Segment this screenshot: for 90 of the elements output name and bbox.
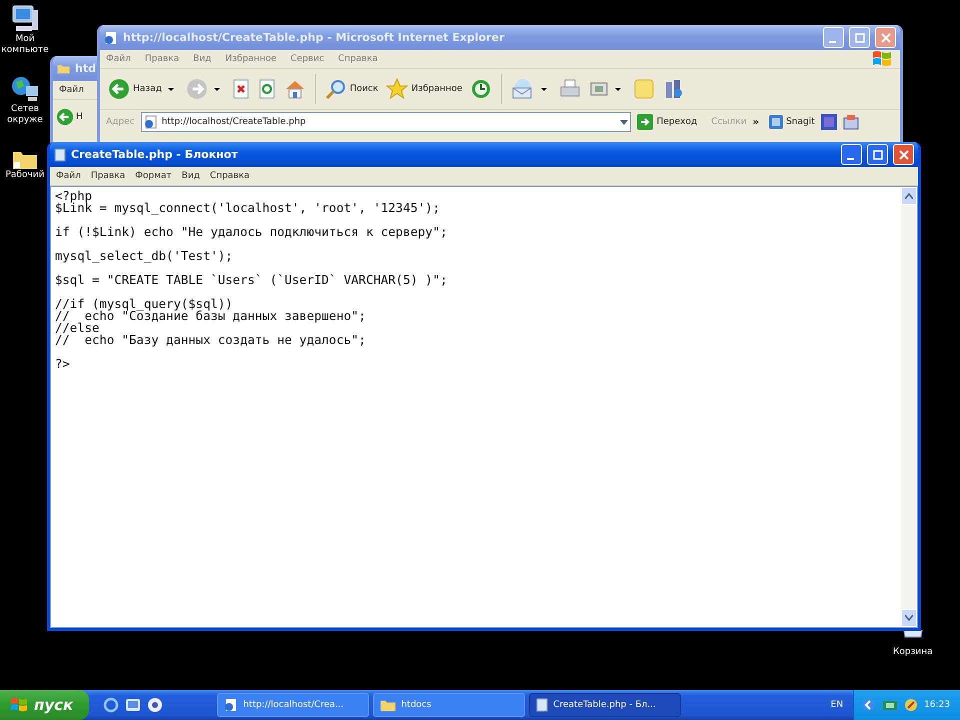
desktop-icon-label[interactable]: Мой (15, 34, 35, 45)
code-line: mysql_select_db('Test'); (55, 250, 234, 262)
dropdown-arrow-icon[interactable] (214, 88, 220, 90)
close-icon (898, 150, 908, 160)
taskbar-button[interactable]: htdocs (373, 693, 526, 717)
menu-item[interactable]: Сервис (290, 54, 324, 64)
web-page-icon (224, 698, 238, 712)
minimize-button[interactable] (841, 144, 862, 165)
window-title: CreateTable.php - Блокнот (71, 148, 238, 161)
address-field[interactable]: http://localhost/CreateTable.php (140, 112, 631, 132)
windows-flag-icon (10, 697, 28, 713)
menu-item[interactable]: Вид (193, 54, 212, 64)
desktop-icon[interactable] (125, 697, 142, 713)
close-button[interactable] (893, 144, 914, 165)
menu-item[interactable]: Вид (182, 171, 200, 181)
history-icon (470, 78, 492, 100)
code-line: // echo "Базу данных создать не удалось"; (55, 334, 367, 346)
toolbar-button[interactable]: Поиск (322, 76, 380, 102)
notepad-icon (536, 698, 548, 712)
menu-item[interactable]: Правка (90, 171, 126, 181)
menu-item[interactable]: Правка (144, 54, 180, 64)
globe-computer-icon[interactable] (10, 74, 40, 104)
menu-item[interactable]: Файл (59, 85, 84, 95)
tray-icon[interactable] (842, 114, 859, 130)
menu-item[interactable]: Формат (135, 171, 172, 181)
dropdown-arrow-icon[interactable] (541, 88, 548, 90)
web-page-icon (144, 115, 158, 129)
menu-item[interactable]: Справка (338, 54, 378, 64)
taskbar-button[interactable]: http://localhost/Crea... (217, 693, 370, 717)
star-icon (386, 78, 408, 100)
chevron-icon[interactable] (862, 698, 876, 712)
computer-icon[interactable] (10, 4, 40, 34)
search-icon (324, 78, 347, 100)
network-icon[interactable] (882, 698, 898, 712)
menu-item[interactable]: Файл (56, 171, 81, 181)
note-icon (633, 78, 656, 100)
maximize-icon (872, 150, 882, 160)
code-line: // echo "Создание базы данных завершено"; (55, 310, 367, 322)
toolbar-button[interactable]: Назад (106, 76, 164, 102)
code-line: //if (mysql_query($sql)) (55, 298, 234, 310)
address-label: Адрес (106, 117, 135, 127)
close-button[interactable] (875, 27, 896, 48)
more-links-button[interactable]: » (752, 116, 760, 128)
minimize-icon (828, 40, 836, 42)
home-icon (284, 79, 306, 99)
code-line: $Link = mysql_connect('localhost', 'root', '12345'); (55, 202, 441, 214)
tray-app-icon[interactable] (904, 698, 918, 712)
windows-flag-icon (872, 50, 892, 68)
close-icon (880, 32, 890, 42)
snagit-icon (769, 115, 784, 129)
scrollbar[interactable] (901, 187, 917, 627)
folder-icon (57, 63, 70, 74)
dropdown-arrow-icon[interactable] (615, 88, 622, 90)
media-player-icon[interactable] (147, 697, 164, 713)
maximize-icon (854, 32, 864, 42)
code-line: ?> (55, 358, 71, 370)
dropdown-arrow-icon[interactable] (620, 120, 628, 124)
folder-icon (380, 698, 396, 712)
code-line: <?php (55, 190, 94, 202)
go-button[interactable]: Переход (636, 114, 698, 130)
snagit-button[interactable]: Snagit (769, 115, 815, 129)
notepad-icon (54, 148, 66, 162)
desktop-icon-label[interactable]: Рабочий (5, 170, 44, 181)
language-indicator[interactable]: EN (830, 700, 844, 710)
refresh-page-icon (258, 79, 276, 99)
code-line: $sql = "CREATE TABLE `Users` (`UserID` VARCHAR(5) )"; (55, 274, 448, 286)
desktop-icon-label[interactable]: окруже (7, 115, 43, 126)
document-icon (589, 80, 610, 98)
code-line: //else (55, 322, 100, 334)
taskbar-button[interactable]: CreateTable.php - Бл... (529, 693, 682, 717)
web-page-icon (104, 30, 118, 44)
code-line: if (!$Link) echo "Не удалось подключиться к серверу"; (55, 226, 448, 238)
maximize-button[interactable] (867, 144, 888, 165)
browser-icon[interactable] (103, 697, 120, 713)
window-title: htd (75, 62, 96, 75)
menu-item[interactable]: Избранное (225, 54, 276, 64)
toolbar-button[interactable]: Избранное (384, 76, 464, 102)
menu-item[interactable]: Справка (210, 171, 250, 181)
window-title: http://localhost/CreateTable.php - Microsoft Internet Explorer (123, 31, 504, 44)
desktop-icon-label[interactable]: Корзина (893, 647, 933, 658)
back-label[interactable]: Н (76, 112, 83, 122)
minimize-icon (846, 158, 854, 160)
start-button[interactable]: пуск (0, 690, 90, 720)
scroll-down-icon[interactable] (905, 615, 913, 621)
menu-item[interactable]: Файл (106, 54, 131, 64)
scroll-up-icon[interactable] (905, 193, 913, 199)
dropdown-arrow-icon[interactable] (168, 88, 174, 90)
stop-page-icon (232, 79, 250, 99)
desktop-icon-label[interactable]: компьюте (1, 45, 49, 56)
desktop-icon-label[interactable]: Сетев (11, 104, 39, 115)
